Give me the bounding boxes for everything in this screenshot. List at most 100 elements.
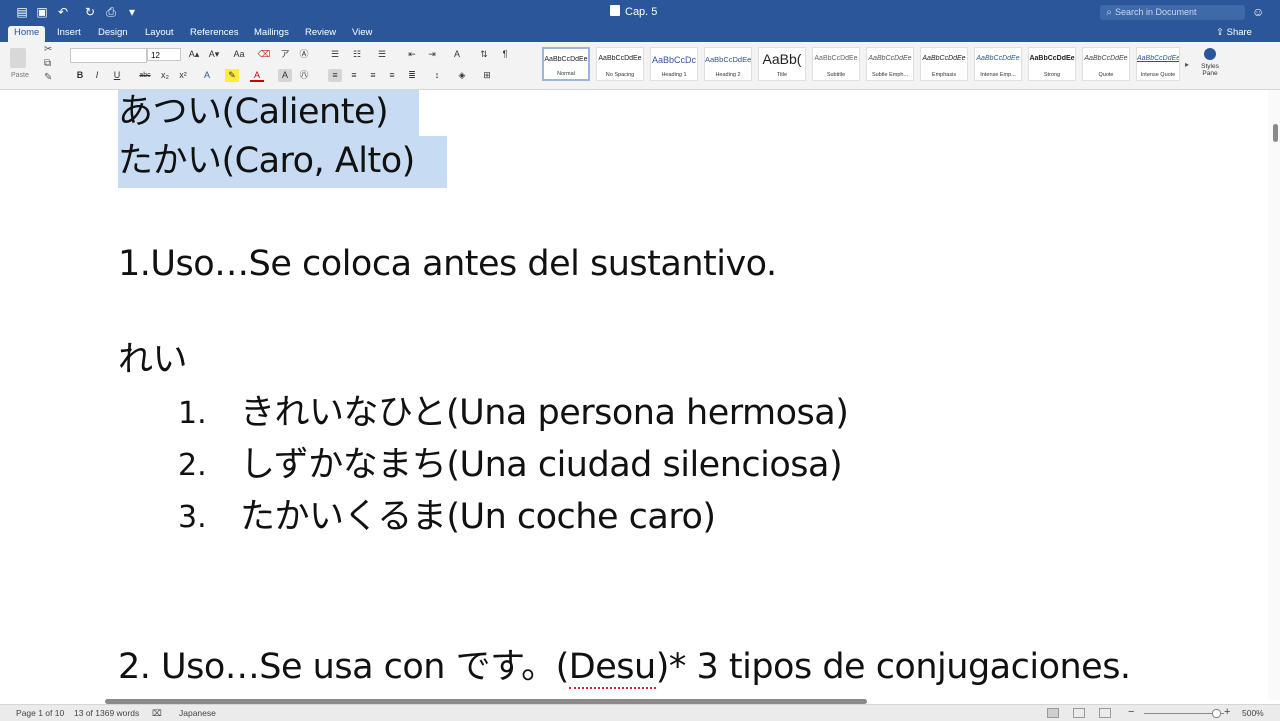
print-icon[interactable]: ⎙ xyxy=(104,5,118,19)
bold-icon[interactable]: B xyxy=(73,69,87,82)
web-layout-view-icon[interactable] xyxy=(1073,708,1085,718)
tab-references[interactable]: References xyxy=(190,27,239,38)
outline-view-icon[interactable] xyxy=(1099,708,1111,718)
style-intense-quote[interactable]: AaBbCcDdEe Intense Quote xyxy=(1136,47,1180,81)
change-case-icon[interactable]: Aa xyxy=(232,48,246,61)
line-spacing-icon[interactable]: ↕ xyxy=(430,69,444,82)
show-formatting-icon[interactable]: ¶ xyxy=(498,48,512,61)
decrease-indent-icon[interactable]: ⇤ xyxy=(405,48,419,61)
undo-icon[interactable]: ↶ xyxy=(56,5,70,19)
ribbon-home: Paste ✂ ⧉ ✎ 12 A▴ A▾ Aa ⌫ ア Ⓐ B I U abc … xyxy=(0,42,1280,90)
clear-formatting-icon[interactable]: ⌫ xyxy=(257,48,271,61)
tab-design[interactable]: Design xyxy=(98,27,128,38)
language-indicator[interactable]: Japanese xyxy=(179,708,216,718)
copy-icon[interactable]: ⧉ xyxy=(44,58,51,69)
phonetic-guide-icon[interactable]: ア xyxy=(278,48,292,61)
doc-line-takai: たかい(Caro, Alto) xyxy=(118,136,447,188)
page-count[interactable]: Page 1 of 10 xyxy=(16,708,64,718)
zoom-in-icon[interactable]: + xyxy=(1224,706,1230,718)
superscript-icon[interactable]: x² xyxy=(176,69,190,82)
search-input[interactable]: ⌕ Search in Document xyxy=(1100,5,1245,20)
customize-toolbar-icon[interactable]: ▾ xyxy=(125,5,139,19)
character-border-icon[interactable]: Ⓐ xyxy=(297,48,311,61)
shrink-font-icon[interactable]: A▾ xyxy=(207,48,221,61)
search-placeholder: Search in Document xyxy=(1115,7,1197,17)
numbering-icon[interactable]: ☷ xyxy=(350,48,364,61)
redo-icon[interactable]: ↻ xyxy=(83,5,97,19)
document-canvas[interactable]: あつい(Caliente) たかい(Caro, Alto) 1.Uso…Se c… xyxy=(0,90,1268,700)
share-button[interactable]: ⇪ Share xyxy=(1216,27,1252,38)
jp-text: あつい xyxy=(118,92,222,132)
bullets-icon[interactable]: ☰ xyxy=(328,48,342,61)
style-emphasis[interactable]: AaBbCcDdEe Emphasis xyxy=(920,47,968,81)
tab-mailings[interactable]: Mailings xyxy=(254,27,289,38)
character-shading-icon[interactable]: A xyxy=(278,69,292,82)
document-icon xyxy=(610,5,620,16)
vertical-scroll-thumb[interactable] xyxy=(1273,124,1278,142)
style-strong[interactable]: AaBbCcDdEe Strong xyxy=(1028,47,1076,81)
style-subtitle[interactable]: AaBbCcDdEe Subtitle xyxy=(812,47,860,81)
paste-button[interactable] xyxy=(8,48,32,74)
style-subtle-emphasis[interactable]: AaBbCcDdEe Subtle Emph... xyxy=(866,47,914,81)
zoom-out-icon[interactable]: − xyxy=(1128,706,1134,718)
zoom-level[interactable]: 500% xyxy=(1242,708,1264,718)
style-preview: AaBbCcDdEe xyxy=(1137,55,1179,62)
sidebar-toggle-icon[interactable]: ▤ xyxy=(15,5,29,19)
justify-icon[interactable]: ≡ xyxy=(385,69,399,82)
print-layout-view-icon[interactable] xyxy=(1047,708,1059,718)
tab-insert[interactable]: Insert xyxy=(57,27,81,38)
gallery-more-arrow-icon[interactable]: ▸ xyxy=(1185,60,1189,69)
style-quote[interactable]: AaBbCcDdEe Quote xyxy=(1082,47,1130,81)
tab-review[interactable]: Review xyxy=(305,27,336,38)
increase-indent-icon[interactable]: ⇥ xyxy=(425,48,439,61)
align-left-icon[interactable]: ≡ xyxy=(328,69,342,82)
style-preview: AaBbCcDdEe xyxy=(868,55,912,62)
font-name-field[interactable] xyxy=(70,48,147,63)
font-color-icon[interactable]: A xyxy=(250,69,264,82)
style-preview: AaBbCcDdEe xyxy=(1084,55,1128,62)
list-item: きれいなひと(Una persona hermosa) xyxy=(240,389,849,437)
asian-layout-icon[interactable]: A xyxy=(450,48,464,61)
style-preview: AaBbCcDdEe xyxy=(598,55,642,62)
doc-line-atsui: あつい(Caliente) xyxy=(118,90,419,136)
style-heading-1[interactable]: AaBbCcDc Heading 1 xyxy=(650,47,698,81)
shading-icon[interactable]: ◈ xyxy=(455,69,469,82)
grow-font-icon[interactable]: A▴ xyxy=(187,48,201,61)
text-effects-icon[interactable]: A xyxy=(200,69,214,82)
style-preview: AaBbCcDdEe xyxy=(922,55,966,62)
style-normal[interactable]: AaBbCcDdEe Normal xyxy=(542,47,590,81)
strikethrough-icon[interactable]: abc xyxy=(138,69,152,82)
list-number: 1. xyxy=(178,396,207,431)
vertical-scrollbar[interactable] xyxy=(1268,90,1280,700)
multilevel-list-icon[interactable]: ☰ xyxy=(375,48,389,61)
format-painter-icon[interactable]: ✎ xyxy=(44,72,52,83)
enclose-characters-icon[interactable]: ㊇ xyxy=(297,69,311,82)
proofing-icon[interactable]: ⌧ xyxy=(152,708,162,719)
highlight-icon[interactable]: ✎ xyxy=(225,69,239,82)
font-size-field[interactable]: 12 xyxy=(147,48,181,61)
underline-icon[interactable]: U xyxy=(110,69,124,82)
sort-icon[interactable]: ⇅ xyxy=(477,48,491,61)
style-preview: AaBbCcDdEe xyxy=(976,55,1020,62)
feedback-smiley-icon[interactable]: ☺ xyxy=(1252,5,1264,19)
zoom-slider-knob[interactable] xyxy=(1212,709,1221,718)
cut-icon[interactable]: ✂ xyxy=(44,44,52,55)
align-right-icon[interactable]: ≡ xyxy=(366,69,380,82)
tab-home[interactable]: Home xyxy=(8,26,46,42)
tab-view[interactable]: View xyxy=(352,27,372,38)
style-no-spacing[interactable]: AaBbCcDdEe No Spacing xyxy=(596,47,644,81)
style-title[interactable]: AaBb(Title xyxy=(758,47,806,81)
clipboard-icon xyxy=(10,48,26,68)
style-heading-2[interactable]: AaBbCcDdEe Heading 2 xyxy=(704,47,752,81)
italic-icon[interactable]: I xyxy=(90,69,104,82)
save-icon[interactable]: ▣ xyxy=(35,5,49,19)
align-center-icon[interactable]: ≡ xyxy=(347,69,361,82)
tab-layout[interactable]: Layout xyxy=(145,27,174,38)
style-intense-emphasis[interactable]: AaBbCcDdEe Intense Emp... xyxy=(974,47,1022,81)
style-label: Title xyxy=(776,72,788,78)
subscript-icon[interactable]: x₂ xyxy=(158,69,172,82)
borders-icon[interactable]: ⊞ xyxy=(480,69,494,82)
styles-pane-button[interactable]: Styles Pane xyxy=(1198,48,1222,77)
distributed-icon[interactable]: ≣ xyxy=(405,69,419,82)
word-count[interactable]: 13 of 1369 words xyxy=(74,708,139,718)
